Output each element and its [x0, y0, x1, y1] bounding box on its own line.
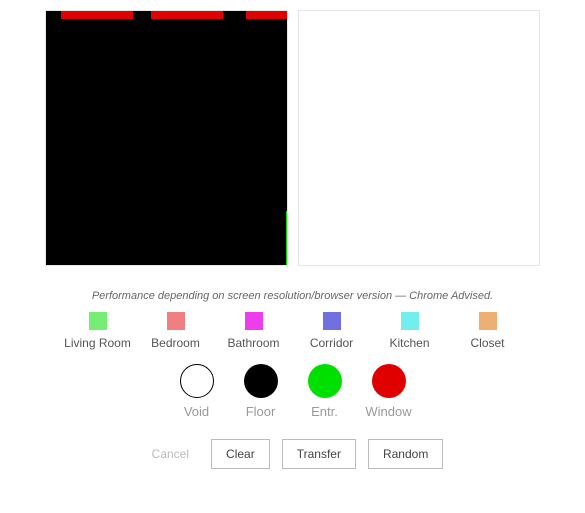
input-canvas[interactable]	[46, 11, 287, 265]
output-canvas-frame	[298, 10, 541, 266]
palette-item[interactable]: Bathroom	[224, 312, 284, 350]
palette-swatch	[167, 312, 185, 330]
performance-note: Performance depending on screen resoluti…	[0, 290, 585, 302]
tool-label: Entr.	[311, 404, 338, 419]
tool-label: Void	[184, 404, 209, 419]
palette-item[interactable]: Bedroom	[146, 312, 206, 350]
palette-swatch	[323, 312, 341, 330]
tool-label: Floor	[246, 404, 276, 419]
tool-circle	[244, 364, 278, 398]
clear-button[interactable]: Clear	[211, 439, 270, 469]
palette-item[interactable]: Corridor	[302, 312, 362, 350]
palette-item[interactable]: Living Room	[68, 312, 128, 350]
palette-item[interactable]: Kitchen	[380, 312, 440, 350]
tool-item[interactable]: Entr.	[302, 364, 348, 419]
drawn-segment	[61, 11, 133, 19]
palette-label: Living Room	[64, 336, 131, 350]
drawn-segment	[246, 11, 287, 19]
drawn-segment	[286, 211, 287, 265]
palette-item[interactable]: Closet	[458, 312, 518, 350]
palette-label: Kitchen	[389, 336, 429, 350]
random-button[interactable]: Random	[368, 439, 443, 469]
transfer-button[interactable]: Transfer	[282, 439, 356, 469]
cancel-button[interactable]: Cancel	[142, 440, 199, 468]
palette-label: Bedroom	[151, 336, 200, 350]
tool-item[interactable]: Floor	[238, 364, 284, 419]
tool-circle	[372, 364, 406, 398]
palette-swatch	[401, 312, 419, 330]
palette-label: Bathroom	[227, 336, 279, 350]
tool-circle	[180, 364, 214, 398]
palette-swatch	[245, 312, 263, 330]
input-canvas-frame	[45, 10, 288, 266]
palette-swatch	[479, 312, 497, 330]
room-palette: Living Room Bedroom Bathroom Corridor Kitche…	[0, 312, 585, 350]
palette-swatch	[89, 312, 107, 330]
tool-label: Window	[365, 404, 411, 419]
tool-item[interactable]: Window	[366, 364, 412, 419]
tool-palette: Void Floor Entr. Window	[0, 364, 585, 419]
tool-item[interactable]: Void	[174, 364, 220, 419]
drawn-segment	[151, 11, 223, 19]
tool-circle	[308, 364, 342, 398]
output-canvas	[299, 11, 540, 265]
palette-label: Corridor	[310, 336, 353, 350]
action-buttons: Cancel Clear Transfer Random	[0, 439, 585, 469]
palette-label: Closet	[470, 336, 504, 350]
